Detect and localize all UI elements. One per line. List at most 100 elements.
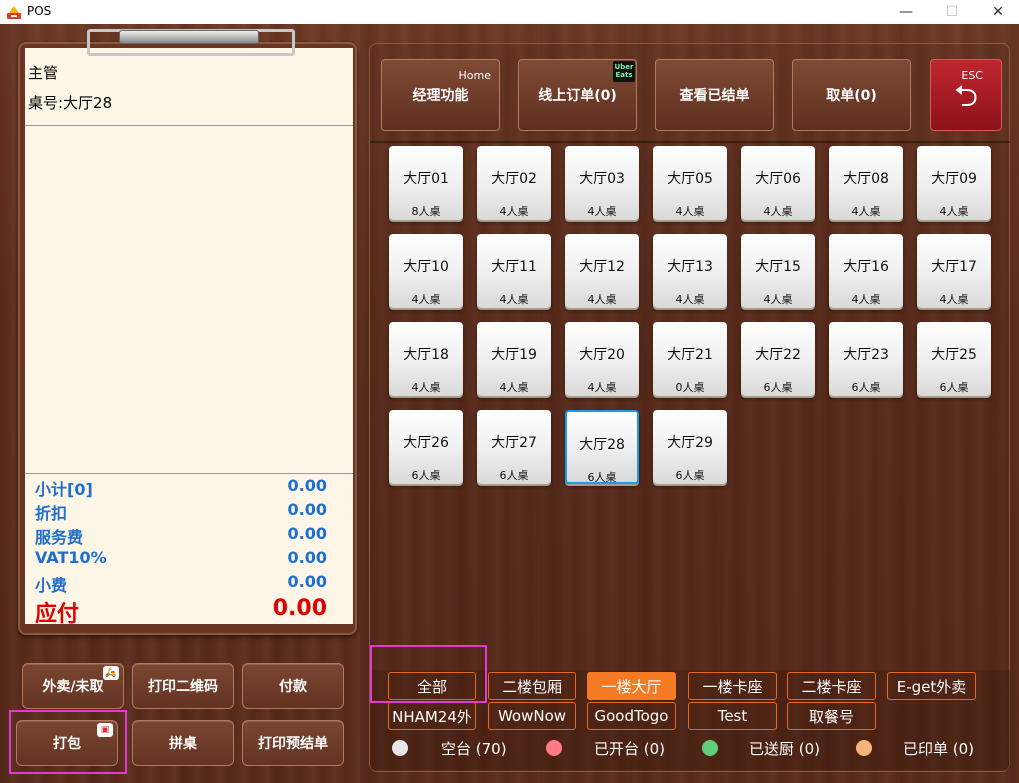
table-tile[interactable]: 大厅12 4人桌 (565, 234, 639, 308)
floor-tab[interactable]: 一楼大厅 (587, 672, 676, 700)
table-capacity: 4人桌 (675, 293, 705, 306)
table-capacity: 4人桌 (587, 293, 617, 306)
online-orders-button[interactable]: Uber Eats 线上订单(0) (518, 59, 637, 131)
table-tile[interactable]: 大厅21 0人桌 (653, 322, 727, 396)
table-name: 大厅10 (403, 259, 449, 275)
floor-tab[interactable]: 一楼卡座 (688, 672, 777, 700)
table-name: 大厅08 (843, 171, 889, 187)
floor-tab[interactable]: E-get外卖 (887, 672, 976, 700)
table-capacity: 4人桌 (939, 293, 969, 306)
table-name: 大厅25 (931, 347, 977, 363)
table-name: 大厅02 (491, 171, 537, 187)
service-fee-label: 服务费 (35, 528, 84, 547)
tip-row: 小费 0.00 (35, 572, 327, 595)
discount-label: 折扣 (35, 504, 68, 523)
table-tile[interactable]: 大厅26 6人桌 (389, 410, 463, 484)
takeout-button[interactable]: 外卖/未取 🛵 (22, 663, 124, 709)
table-tile[interactable]: 大厅13 4人桌 (653, 234, 727, 308)
table-capacity: 6人桌 (587, 471, 617, 484)
floor-tab[interactable]: Test (688, 702, 777, 730)
status-legend-label: 已印单 (0) (903, 740, 975, 758)
table-capacity: 6人桌 (939, 381, 969, 394)
print-prebill-button[interactable]: 打印预结单 (242, 720, 344, 766)
takeout-button-label: 外卖/未取 (42, 679, 104, 695)
vat-label: VAT10% (35, 548, 107, 567)
highlight-pack-button (9, 710, 127, 774)
status-legend-label: 已送厨 (0) (749, 740, 821, 758)
table-capacity: 6人桌 (411, 469, 441, 482)
highlight-all-tab (370, 645, 487, 703)
table-tile[interactable]: 大厅01 8人桌 (389, 146, 463, 220)
floor-tab[interactable]: GoodTogo (587, 702, 676, 730)
table-tile[interactable]: 大厅06 4人桌 (741, 146, 815, 220)
table-tile[interactable]: 大厅28 6人桌 (565, 410, 639, 484)
table-name: 大厅17 (931, 259, 977, 275)
table-capacity: 4人桌 (587, 381, 617, 394)
table-capacity: 8人桌 (411, 205, 441, 218)
table-name: 大厅22 (755, 347, 801, 363)
view-settled-button[interactable]: 查看已结单 (655, 59, 774, 131)
table-tile[interactable]: 大厅15 4人桌 (741, 234, 815, 308)
online-orders-label: 线上订单(0) (538, 88, 617, 104)
table-tile[interactable]: 大厅25 6人桌 (917, 322, 991, 396)
floor-tab[interactable]: 二楼包厢 (488, 672, 576, 700)
subtotal-label: 小计[0] (35, 480, 93, 499)
table-capacity: 4人桌 (939, 205, 969, 218)
table-tile[interactable]: 大厅22 6人桌 (741, 322, 815, 396)
table-tile[interactable]: 大厅02 4人桌 (477, 146, 551, 220)
print-prebill-button-label: 打印预结单 (258, 736, 328, 752)
table-capacity: 4人桌 (763, 205, 793, 218)
table-tile[interactable]: 大厅05 4人桌 (653, 146, 727, 220)
table-capacity: 6人桌 (763, 381, 793, 394)
table-name: 大厅09 (931, 171, 977, 187)
table-tile[interactable]: 大厅10 4人桌 (389, 234, 463, 308)
discount-row: 折扣 0.00 (35, 500, 327, 523)
table-name: 大厅15 (755, 259, 801, 275)
floor-tab[interactable]: 二楼卡座 (787, 672, 876, 700)
take-order-button[interactable]: 取单(0) (792, 59, 911, 131)
table-name: 大厅06 (755, 171, 801, 187)
close-button[interactable]: ✕ (975, 0, 1019, 24)
table-tile[interactable]: 大厅11 4人桌 (477, 234, 551, 308)
table-tile[interactable]: 大厅17 4人桌 (917, 234, 991, 308)
table-tile[interactable]: 大厅09 4人桌 (917, 146, 991, 220)
table-name: 大厅23 (843, 347, 889, 363)
table-tile[interactable]: 大厅03 4人桌 (565, 146, 639, 220)
esc-back-button[interactable]: ESC ⮌ (930, 59, 1002, 131)
table-tile[interactable]: 大厅20 4人桌 (565, 322, 639, 396)
table-tile[interactable]: 大厅16 4人桌 (829, 234, 903, 308)
uber-eats-line1: Uber (614, 63, 634, 71)
status-dot (546, 740, 562, 756)
clipboard-clip-bar (119, 30, 259, 44)
floor-tab[interactable]: 取餐号 (787, 702, 876, 730)
maximize-button[interactable]: ☐ (929, 0, 975, 24)
vat-value: 0.00 (287, 548, 327, 567)
table-capacity: 6人桌 (499, 469, 529, 482)
tip-label: 小费 (35, 576, 68, 595)
table-tile[interactable]: 大厅19 4人桌 (477, 322, 551, 396)
table-capacity: 4人桌 (499, 381, 529, 394)
table-tile[interactable]: 大厅08 4人桌 (829, 146, 903, 220)
print-qr-button[interactable]: 打印二维码 (132, 663, 234, 709)
table-capacity: 4人桌 (675, 205, 705, 218)
uber-eats-line2: Eats (615, 71, 633, 79)
pay-button[interactable]: 付款 (242, 663, 344, 709)
table-name: 大厅13 (667, 259, 713, 275)
table-name: 大厅18 (403, 347, 449, 363)
minimize-button[interactable]: — (883, 0, 929, 24)
table-capacity: 6人桌 (675, 469, 705, 482)
table-capacity: 4人桌 (499, 293, 529, 306)
floor-tab[interactable]: WowNow (488, 702, 576, 730)
status-legend-label: 已开台 (0) (594, 740, 666, 758)
order-totals: 小计[0] 0.00 折扣 0.00 服务费 0.00 VAT10% 0.00 … (25, 473, 353, 627)
table-name: 大厅28 (579, 437, 625, 453)
table-tile[interactable]: 大厅18 4人桌 (389, 322, 463, 396)
table-tile[interactable]: 大厅29 6人桌 (653, 410, 727, 484)
table-tile[interactable]: 大厅23 6人桌 (829, 322, 903, 396)
table-tile[interactable]: 大厅27 6人桌 (477, 410, 551, 484)
status-dot (702, 740, 718, 756)
floor-tab[interactable]: NHAM24外 (388, 702, 476, 730)
manager-function-button[interactable]: Home 经理功能 (381, 59, 500, 131)
merge-table-button[interactable]: 拼桌 (132, 720, 234, 766)
table-name: 大厅16 (843, 259, 889, 275)
